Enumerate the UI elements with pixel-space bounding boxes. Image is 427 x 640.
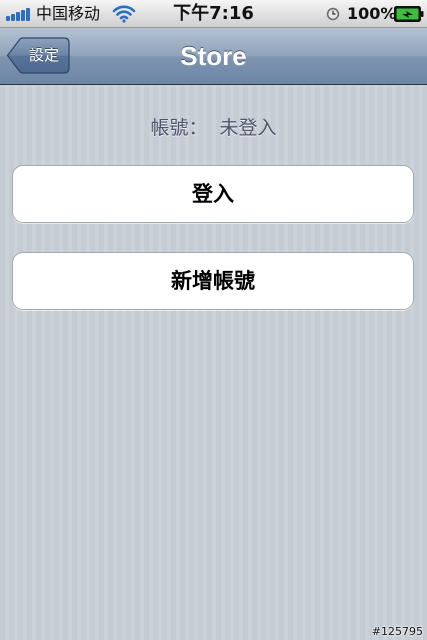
account-value: 未登入 [219,117,277,139]
status-bar: 中国移动 下午7:16 100% [0,0,427,28]
battery-charging-icon [394,6,424,22]
account-label: 帳號： [150,117,208,139]
create-account-button[interactable]: 新增帳號 [12,252,414,310]
account-status: 帳號： 未登入 [0,115,427,141]
login-button[interactable]: 登入 [12,165,414,223]
watermark-text: #125795 [371,625,423,638]
navigation-bar: 設定 Store [0,28,427,85]
battery-percent: 100% [347,4,397,23]
page-title: Store [180,41,247,71]
clock-icon [326,7,340,21]
